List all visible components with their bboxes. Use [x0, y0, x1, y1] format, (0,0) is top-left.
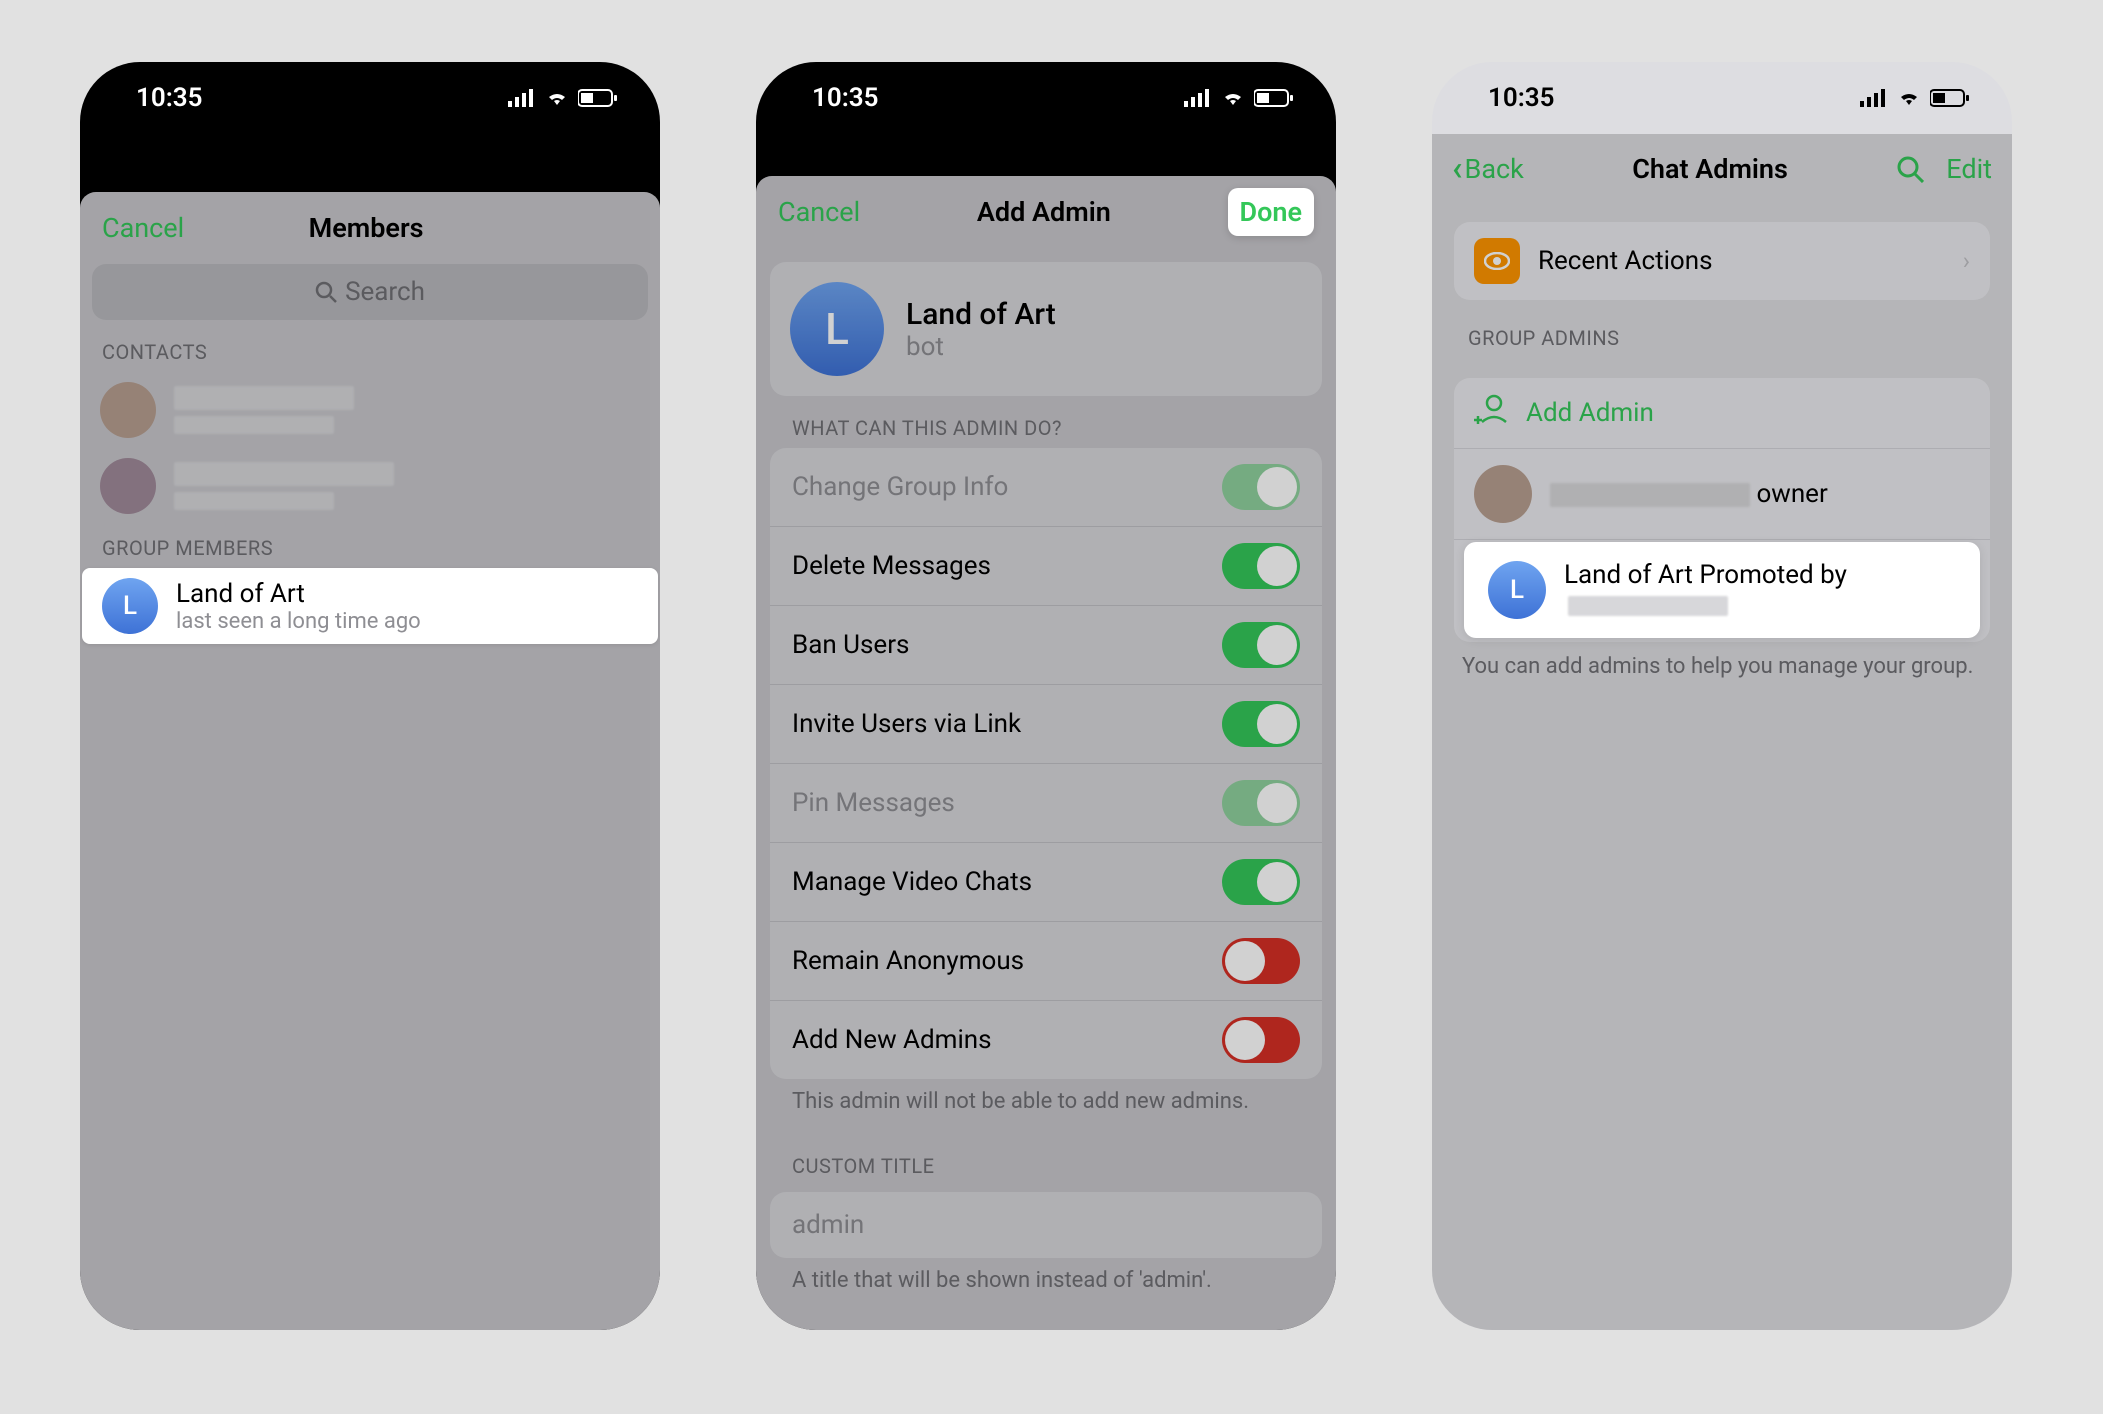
page-title: Members	[309, 212, 424, 244]
redacted-name	[1550, 483, 1750, 507]
contact-row[interactable]	[80, 448, 660, 524]
permissions-footer: This admin will not be able to add new a…	[756, 1079, 1336, 1114]
perm-label: Change Group Info	[792, 472, 1008, 502]
edit-button[interactable]: Edit	[1946, 153, 1992, 185]
perm-label: Delete Messages	[792, 551, 991, 581]
member-name: Land of Art	[176, 579, 421, 609]
recent-actions-row[interactable]: Recent Actions ›	[1454, 222, 1990, 300]
perm-row: Change Group Info ✓	[770, 448, 1322, 527]
cancel-button[interactable]: Cancel	[778, 196, 860, 228]
chevron-right-icon: ›	[1963, 247, 1970, 275]
perm-label: Ban Users	[792, 630, 909, 660]
section-custom-title: CUSTOM TITLE	[756, 1114, 1336, 1186]
search-icon[interactable]	[1896, 155, 1924, 183]
status-icons	[1184, 89, 1294, 107]
perm-toggle[interactable]: ✕	[1222, 1017, 1300, 1063]
avatar	[100, 458, 156, 514]
perm-toggle[interactable]: ✓	[1222, 464, 1300, 510]
add-admin-label: Add Admin	[1526, 398, 1654, 428]
perm-row: Manage Video Chats ✓	[770, 843, 1322, 922]
custom-title-input[interactable]: admin	[770, 1192, 1322, 1258]
contact-row[interactable]	[80, 372, 660, 448]
check-icon: ✓	[1271, 791, 1289, 816]
perm-row: Pin Messages ✓	[770, 764, 1322, 843]
member-row-land-of-art[interactable]: L Land of Art last seen a long time ago	[82, 568, 658, 644]
permissions-list: Change Group Info✓Delete Messages✓Ban Us…	[770, 448, 1322, 1079]
check-icon: ✓	[1271, 870, 1289, 895]
status-time: 10:35	[136, 83, 203, 113]
section-group-admins: GROUP ADMINS	[1432, 300, 2012, 360]
section-permissions: WHAT CAN THIS ADMIN DO?	[756, 404, 1336, 448]
avatar	[100, 382, 156, 438]
page-title: Chat Admins	[1632, 153, 1788, 185]
perm-row: Invite Users via Link ✓	[770, 685, 1322, 764]
search-placeholder: Search	[345, 277, 425, 307]
perm-row: Delete Messages ✓	[770, 527, 1322, 606]
back-button[interactable]: ‹ Back	[1452, 153, 1524, 185]
status-time: 10:35	[812, 83, 879, 113]
check-icon: ✓	[1271, 712, 1289, 737]
perm-label: Add New Admins	[792, 1025, 992, 1055]
perm-toggle[interactable]: ✕	[1222, 938, 1300, 984]
status-time: 10:35	[1488, 83, 1555, 113]
redacted-sub	[174, 416, 334, 434]
cross-icon: ✕	[1233, 949, 1251, 974]
add-admin-row[interactable]: Add Admin	[1454, 378, 1990, 449]
avatar: L	[102, 578, 158, 634]
admin-row-land-of-art[interactable]: L Land of Art Promoted by	[1468, 544, 1976, 636]
perm-label: Manage Video Chats	[792, 867, 1032, 897]
perm-row: Remain Anonymous ✕	[770, 922, 1322, 1001]
custom-title-placeholder: admin	[792, 1210, 864, 1240]
check-icon: ✓	[1271, 475, 1289, 500]
status-icons	[1860, 89, 1970, 107]
admin-name: Land of Art	[1564, 560, 1693, 590]
avatar: L	[790, 282, 884, 376]
search-icon	[315, 281, 337, 303]
check-icon: ✓	[1271, 554, 1289, 579]
admins-footer: You can add admins to help you manage yo…	[1432, 642, 2012, 691]
member-type: bot	[906, 332, 1056, 362]
search-input[interactable]: Search	[92, 264, 648, 320]
redacted-name	[174, 462, 394, 486]
admin-member-card: L Land of Art bot	[770, 262, 1322, 396]
recent-actions-card: Recent Actions ›	[1454, 222, 1990, 300]
redacted-promoter	[1568, 596, 1728, 616]
section-contacts: CONTACTS	[80, 328, 660, 372]
back-label: Back	[1465, 153, 1524, 185]
cancel-button[interactable]: Cancel	[102, 212, 184, 244]
perm-label: Remain Anonymous	[792, 946, 1024, 976]
redacted-name	[174, 386, 354, 410]
member-name: Land of Art	[906, 297, 1056, 332]
perm-row: Ban Users ✓	[770, 606, 1322, 685]
admins-card: Add Admin owner L Land of Art Promoted b…	[1454, 378, 1990, 642]
redacted-sub	[174, 492, 334, 510]
perm-label: Invite Users via Link	[792, 709, 1021, 739]
eye-icon	[1474, 238, 1520, 284]
avatar: L	[1488, 561, 1546, 619]
perm-label: Pin Messages	[792, 788, 955, 818]
recent-actions-label: Recent Actions	[1538, 246, 1713, 276]
admin-role: owner	[1756, 479, 1827, 509]
perm-toggle[interactable]: ✓	[1222, 780, 1300, 826]
custom-title-footer: A title that will be shown instead of 'a…	[756, 1258, 1336, 1293]
perm-row: Add New Admins ✕	[770, 1001, 1322, 1079]
check-icon: ✓	[1271, 633, 1289, 658]
perm-toggle[interactable]: ✓	[1222, 543, 1300, 589]
done-button[interactable]: Done	[1228, 188, 1314, 236]
cross-icon: ✕	[1233, 1028, 1251, 1053]
admin-row-owner[interactable]: owner	[1454, 449, 1990, 540]
page-title: Add Admin	[977, 196, 1111, 228]
avatar	[1474, 465, 1532, 523]
perm-toggle[interactable]: ✓	[1222, 701, 1300, 747]
perm-toggle[interactable]: ✓	[1222, 859, 1300, 905]
perm-toggle[interactable]: ✓	[1222, 622, 1300, 668]
member-status: last seen a long time ago	[176, 609, 421, 634]
add-admin-icon	[1474, 394, 1508, 432]
section-group-members: GROUP MEMBERS	[80, 524, 660, 568]
status-icons	[508, 89, 618, 107]
